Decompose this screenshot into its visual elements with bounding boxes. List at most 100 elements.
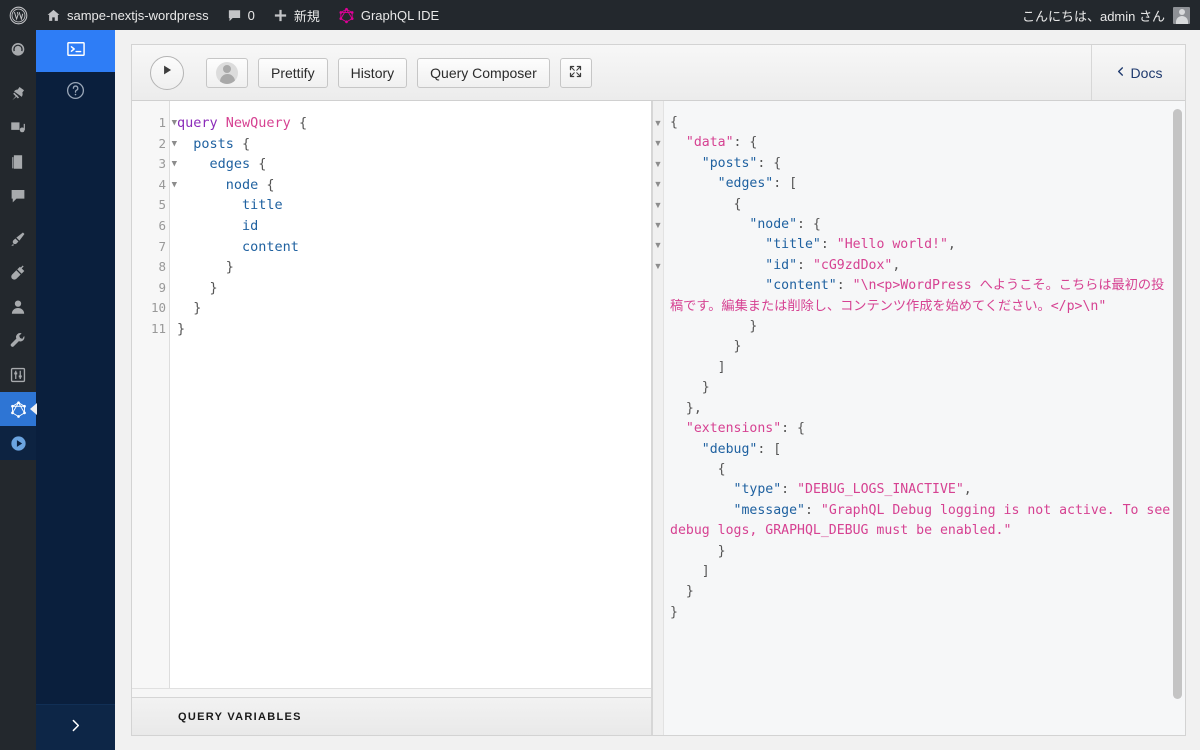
json-line: "extensions": { [670, 419, 1177, 439]
paintbrush-icon [9, 230, 27, 248]
triangle-down-icon[interactable]: ▼ [653, 154, 663, 174]
fullscreen-button[interactable] [559, 57, 592, 88]
json-line: ] [670, 562, 1177, 582]
json-token: "Hello world!" [836, 237, 948, 253]
json-line: "content": "\n<p>WordPress へようこそ。こちらは最初の… [670, 276, 1177, 317]
sidebar-item-dashboard[interactable] [0, 30, 36, 68]
wrench-icon [9, 332, 27, 350]
code-line: } [177, 319, 651, 340]
sidebar-item-comments[interactable] [0, 179, 36, 213]
sidebar-item-tools[interactable] [0, 324, 36, 358]
plus-icon [273, 8, 288, 23]
graphql-submenu-panel [36, 30, 115, 750]
sidebar-item-media[interactable] [0, 111, 36, 145]
code-token: NewQuery [225, 115, 291, 131]
query-variables-title: QUERY VARIABLES [178, 710, 302, 723]
query-composer-button[interactable]: Query Composer [417, 57, 550, 88]
query-variables-splitter[interactable] [132, 688, 651, 697]
query-variables-bar[interactable]: QUERY VARIABLES [132, 697, 651, 735]
triangle-down-icon[interactable]: ▼ [653, 174, 663, 194]
graphql-ide-menu-item[interactable]: GraphQL IDE [329, 0, 448, 30]
submenu-item-graphql-ide[interactable] [36, 30, 115, 72]
sidebar-item-pages[interactable] [0, 145, 36, 179]
wp-admin-menu [0, 30, 37, 750]
json-token: "data" [685, 135, 734, 151]
json-line: "message": "GraphQL Debug logging is not… [670, 501, 1177, 542]
sidebar-item-settings[interactable] [0, 358, 36, 392]
json-line: "data": { [670, 133, 1177, 153]
line-number: 6 [158, 217, 166, 233]
json-token: "title" [765, 237, 821, 253]
json-line: } [670, 317, 1177, 337]
code-token: { [250, 156, 267, 173]
query-code[interactable]: query NewQuery { posts { edges { node { … [170, 101, 651, 688]
code-token: } [177, 320, 186, 337]
triangle-down-icon[interactable]: ▼ [172, 154, 177, 175]
sidebar-item-graphql[interactable] [0, 392, 37, 426]
triangle-down-icon[interactable]: ▼ [653, 235, 663, 255]
json-token: "posts" [701, 155, 758, 171]
page-icon [9, 153, 27, 171]
my-account-menu-item[interactable]: こんにちは、admin さん [1022, 6, 1200, 25]
json-token: : [836, 278, 853, 294]
comments-count: 0 [247, 7, 255, 23]
json-line: "posts": { [670, 154, 1177, 174]
line-number: 7 [158, 238, 166, 254]
sidebar-item-posts[interactable] [0, 77, 36, 111]
json-token: , [963, 482, 972, 498]
history-button[interactable]: History [337, 57, 408, 88]
collapse-menu-button[interactable] [36, 704, 115, 750]
result-scrollbar[interactable] [1173, 109, 1182, 699]
triangle-down-icon[interactable]: ▼ [172, 113, 177, 134]
json-token: }, [670, 400, 702, 416]
json-token: "message" [733, 502, 805, 518]
code-line: id [177, 216, 651, 237]
json-token: "edges" [717, 176, 774, 192]
graphiql-toolbar: Prettify History Query Composer Docs [132, 45, 1185, 101]
code-token: } [177, 259, 234, 276]
play-circle-icon [9, 434, 28, 453]
wp-admin-bar: sampe-nextjs-wordpress 0 新規 GraphQL IDE … [0, 0, 1200, 30]
user-icon [9, 298, 27, 316]
triangle-down-icon[interactable]: ▼ [653, 195, 663, 215]
query-editor[interactable]: 1 ▼ 2 ▼ 3 ▼ 4 ▼ 5 6 7 8 9 10 11 query NewQuery { posts… [132, 101, 651, 688]
new-content-menu-item[interactable]: 新規 [264, 0, 329, 30]
prettify-button[interactable]: Prettify [258, 57, 328, 88]
submenu-item-help[interactable] [36, 72, 115, 114]
line-number: 2 ▼ [132, 134, 177, 155]
line-number-gutter: 1 ▼ 2 ▼ 3 ▼ 4 ▼ 5 6 7 8 9 10 11 [132, 101, 177, 688]
json-line: { [670, 113, 1177, 133]
triangle-down-icon[interactable]: ▼ [172, 134, 177, 155]
triangle-down-icon[interactable]: ▼ [172, 175, 177, 196]
triangle-down-icon[interactable]: ▼ [653, 133, 663, 153]
comments-menu-item[interactable]: 0 [218, 0, 264, 30]
json-token: "cG9zdDox" [812, 257, 893, 273]
json-token: : { [781, 421, 805, 437]
sidebar-item-plugins[interactable] [0, 256, 36, 290]
code-line: query NewQuery { [177, 113, 651, 134]
wp-logo-menu-item[interactable] [0, 0, 37, 30]
auth-button[interactable] [206, 57, 248, 88]
json-line: "title": "Hello world!", [670, 235, 1177, 255]
triangle-down-icon[interactable]: ▼ [653, 215, 663, 235]
sidebar-item-users[interactable] [0, 290, 36, 324]
sidebar-item-appearance[interactable] [0, 222, 36, 256]
json-token: "DEBUG_LOGS_INACTIVE" [797, 482, 964, 498]
sidebar-item-graphql-play[interactable] [0, 426, 36, 460]
triangle-down-icon[interactable]: ▼ [653, 113, 663, 133]
execute-query-button[interactable] [150, 55, 184, 90]
json-token: "id" [765, 257, 798, 273]
json-token: { [670, 115, 678, 130]
code-line: title [177, 195, 651, 216]
site-name-menu-item[interactable]: sampe-nextjs-wordpress [37, 0, 218, 30]
graphql-logo-icon [338, 7, 355, 24]
triangle-down-icon[interactable]: ▼ [653, 256, 663, 276]
docs-button[interactable]: Docs [1091, 45, 1185, 100]
json-token: : { [733, 135, 758, 151]
json-token: } [670, 584, 694, 600]
